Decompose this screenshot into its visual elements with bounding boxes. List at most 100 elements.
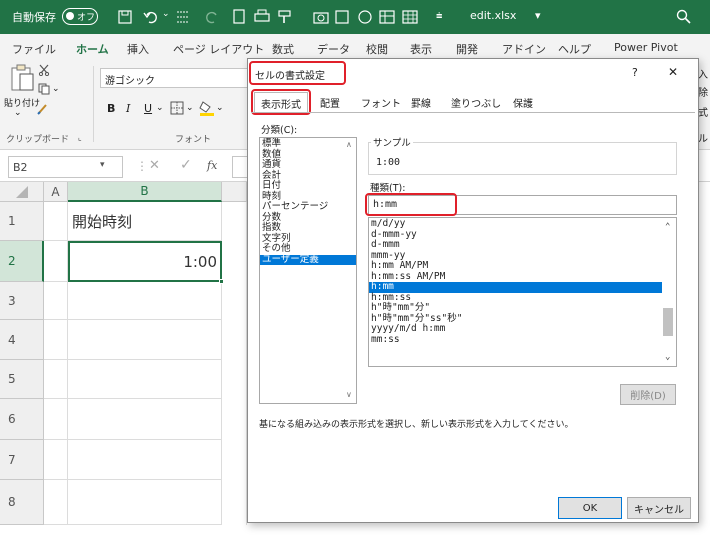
cancel-button[interactable]: キャンセル <box>627 497 691 519</box>
cell-b1[interactable]: 開始時刻 <box>68 202 222 241</box>
cancel-entry-icon[interactable]: ✕ <box>149 158 160 173</box>
undo-dropdown-icon[interactable]: ⌄ <box>162 9 170 19</box>
tab-protection[interactable]: 保護 <box>513 95 533 110</box>
insert-function-icon[interactable]: fx <box>207 159 217 172</box>
name-box[interactable]: B2 <box>8 156 123 178</box>
column-header-c[interactable] <box>222 182 247 202</box>
tab-power-pivot[interactable]: Power Pivot <box>614 41 678 54</box>
bold-button[interactable]: B <box>107 102 115 115</box>
category-item[interactable]: 日付 <box>260 180 356 192</box>
font-name-box[interactable]: 游ゴシック <box>100 68 248 88</box>
cell-b6[interactable] <box>68 399 222 440</box>
tab-file[interactable]: ファイル <box>12 41 56 57</box>
category-scroll-up-icon[interactable]: ∧ <box>346 140 352 149</box>
cell-b3[interactable] <box>68 282 222 320</box>
format-item[interactable]: h:mm AM/PM <box>369 260 676 272</box>
category-scroll-down-icon[interactable]: ∨ <box>346 390 352 399</box>
format-item[interactable]: h:mm:ss AM/PM <box>369 271 676 283</box>
ok-button[interactable]: OK <box>558 497 622 519</box>
undo-icon[interactable] <box>143 9 159 25</box>
row-header-2[interactable]: 2 <box>0 241 44 282</box>
camera-icon[interactable] <box>313 9 329 25</box>
row-header-1[interactable]: 1 <box>0 202 44 241</box>
paste-dropdown-icon[interactable]: ⌄ <box>14 108 22 118</box>
screenshot-icon[interactable] <box>335 9 351 25</box>
format-list[interactable]: m/d/yy d-mmm-yy d-mmm mmm-yy h:mm AM/PM … <box>368 217 677 367</box>
tab-view[interactable]: 表示 <box>410 41 432 57</box>
category-item[interactable]: 通貨 <box>260 159 356 171</box>
borders-icon[interactable] <box>176 10 190 24</box>
format-scrollbar-thumb[interactable] <box>663 308 673 336</box>
help-button[interactable]: ? <box>632 66 638 79</box>
close-icon[interactable]: ✕ <box>668 65 678 79</box>
ribbon-edge-label[interactable]: 入 <box>698 66 708 81</box>
fill-color-dropdown-icon[interactable]: ⌄ <box>216 103 224 113</box>
enter-entry-icon[interactable]: ✓ <box>180 157 192 173</box>
filename-dropdown-icon[interactable]: ▾ <box>535 9 541 22</box>
underline-dropdown-icon[interactable]: ⌄ <box>156 103 164 113</box>
search-icon[interactable] <box>676 9 691 24</box>
row-header-8[interactable]: 8 <box>0 480 44 525</box>
tab-review[interactable]: 校閲 <box>366 41 388 57</box>
save-icon[interactable] <box>118 10 132 24</box>
row-header-3[interactable]: 3 <box>0 282 44 320</box>
fill-color-icon[interactable] <box>199 99 215 117</box>
formula-input[interactable] <box>232 156 247 178</box>
tab-insert[interactable]: 挿入 <box>127 41 149 57</box>
cell-a3[interactable] <box>44 282 68 320</box>
tab-page-layout[interactable]: ページ レイアウト <box>173 41 264 57</box>
customize-qat-icon[interactable]: ⩧ <box>436 9 442 23</box>
format-item[interactable]: yyyy/m/d h:mm <box>369 323 676 335</box>
format-painter-brush-icon[interactable] <box>36 102 50 116</box>
clipboard-launcher-icon[interactable]: ⌞ <box>78 133 82 142</box>
row-header-6[interactable]: 6 <box>0 399 44 440</box>
tab-home[interactable]: ホーム <box>76 41 109 63</box>
row-header-7[interactable]: 7 <box>0 440 44 480</box>
format-item[interactable]: h"時"mm"分" <box>369 302 676 314</box>
quick-print-icon[interactable] <box>254 9 270 25</box>
category-item[interactable]: パーセンテージ <box>260 201 356 213</box>
copy-dropdown-icon[interactable]: ⌄ <box>52 84 60 94</box>
freeze-panes-icon[interactable] <box>379 9 395 25</box>
cell-a2[interactable] <box>44 241 68 282</box>
format-item[interactable]: m/d/yy <box>369 218 676 230</box>
autosave-toggle[interactable]: オフ <box>62 8 98 25</box>
tab-border[interactable]: 罫線 <box>411 95 431 110</box>
redo-icon[interactable] <box>204 9 220 25</box>
table-icon[interactable] <box>402 9 418 25</box>
cell-b7[interactable] <box>68 440 222 480</box>
tab-alignment[interactable]: 配置 <box>320 95 340 110</box>
cell-a8[interactable] <box>44 480 68 525</box>
paste-label[interactable]: 貼り付け <box>4 96 40 109</box>
border-button-icon[interactable] <box>170 101 184 115</box>
print-preview-icon[interactable] <box>232 9 246 25</box>
cell-b8[interactable] <box>68 480 222 525</box>
tab-data[interactable]: データ <box>317 41 350 57</box>
cell-a4[interactable] <box>44 320 68 360</box>
cell-a6[interactable] <box>44 399 68 440</box>
underline-button[interactable]: U <box>144 102 152 115</box>
copy-icon[interactable] <box>38 83 50 95</box>
italic-button[interactable]: I <box>126 102 130 115</box>
category-item[interactable]: 標準 <box>260 138 356 150</box>
delete-button[interactable]: 削除(D) <box>620 384 676 405</box>
tab-addins[interactable]: アドイン <box>502 41 546 57</box>
tab-formulas[interactable]: 数式 <box>272 41 294 57</box>
cell-b2-selected[interactable]: 1:00 <box>68 241 222 282</box>
format-item-selected[interactable]: h:mm <box>369 281 662 293</box>
format-item[interactable]: d-mmm-yy <box>369 229 676 241</box>
ribbon-edge-label[interactable]: 除 <box>698 84 708 99</box>
sync-icon[interactable] <box>357 9 373 25</box>
name-box-dropdown-icon[interactable]: ▾ <box>100 160 105 170</box>
cell-b4[interactable] <box>68 320 222 360</box>
tab-font[interactable]: フォント <box>361 95 401 110</box>
format-scroll-down-icon[interactable]: ⌄ <box>665 352 670 362</box>
cell-b5[interactable] <box>68 360 222 399</box>
column-header-a[interactable]: A <box>44 182 68 202</box>
cell-a7[interactable] <box>44 440 68 480</box>
category-list[interactable]: 標準 数値 通貨 会計 日付 時刻 パーセンテージ 分数 指数 文字列 その他 … <box>259 137 357 404</box>
paste-icon[interactable] <box>10 64 36 94</box>
select-all-corner[interactable] <box>0 182 44 202</box>
cell-c-column[interactable] <box>222 202 247 525</box>
tab-help[interactable]: ヘルプ <box>558 41 591 57</box>
